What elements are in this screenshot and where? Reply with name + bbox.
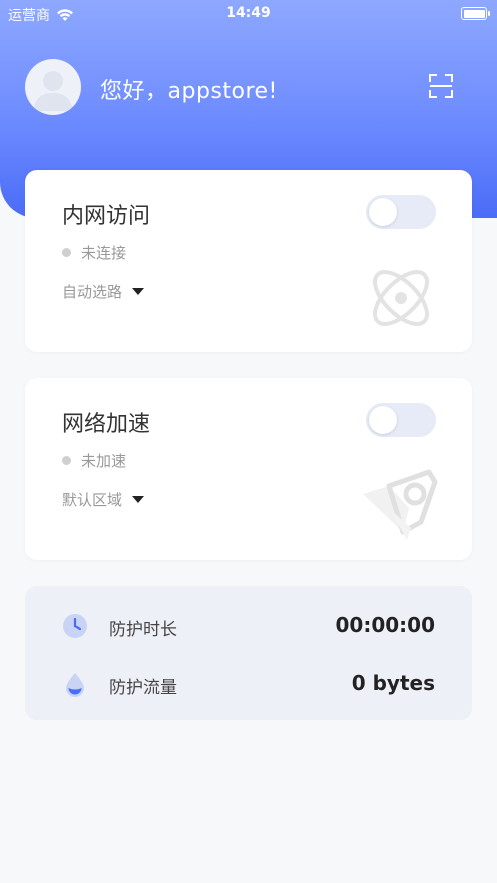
- avatar-silhouette-icon: [33, 71, 73, 111]
- stat-label: 防护流量: [109, 678, 177, 698]
- connection-status: 未连接: [62, 242, 126, 263]
- user-avatar[interactable]: [25, 59, 81, 115]
- protection-traffic-row: 防护流量 0 bytes: [25, 664, 472, 704]
- caret-down-icon: [132, 496, 145, 503]
- region-select[interactable]: 默认区域: [62, 489, 145, 510]
- atom-icon: [373, 270, 429, 326]
- route-select[interactable]: 自动选路: [62, 281, 145, 302]
- scan-button[interactable]: [428, 73, 454, 99]
- rocket-icon: [363, 469, 438, 540]
- clock-icon: [63, 614, 87, 638]
- stat-value: 0 bytes: [351, 671, 435, 695]
- status-bar: 运营商 14:49: [0, 0, 497, 28]
- status-time: 14:49: [226, 5, 271, 21]
- card-title: 网络加速: [62, 412, 151, 437]
- status-text: 未连接: [81, 244, 127, 262]
- water-drop-icon: [66, 673, 84, 697]
- battery-icon: [461, 7, 490, 20]
- toggle-knob: [369, 198, 397, 226]
- intranet-access-card: 内网访问 未连接 自动选路: [25, 170, 472, 352]
- stat-value: 00:00:00: [335, 613, 436, 637]
- region-select-value: 默认区域: [62, 491, 123, 509]
- greeting-text: 您好，appstore!: [100, 79, 278, 104]
- protection-stats-panel: 防护时长 00:00:00 防护流量 0 bytes: [25, 586, 472, 720]
- status-text: 未加速: [81, 452, 127, 470]
- stat-label: 防护时长: [109, 620, 177, 640]
- status-dot: [62, 456, 71, 465]
- card-title: 内网访问: [62, 204, 151, 229]
- toggle-knob: [369, 406, 397, 434]
- network-acceleration-card: 网络加速 未加速 默认区域: [25, 378, 472, 560]
- protection-duration-row: 防护时长 00:00:00: [25, 606, 472, 646]
- acceleration-status: 未加速: [62, 450, 126, 471]
- acceleration-toggle[interactable]: [366, 403, 436, 437]
- scan-icon: [429, 74, 453, 98]
- caret-down-icon: [132, 288, 145, 295]
- intranet-toggle[interactable]: [366, 195, 436, 229]
- status-dot: [62, 248, 71, 257]
- route-select-value: 自动选路: [62, 283, 123, 301]
